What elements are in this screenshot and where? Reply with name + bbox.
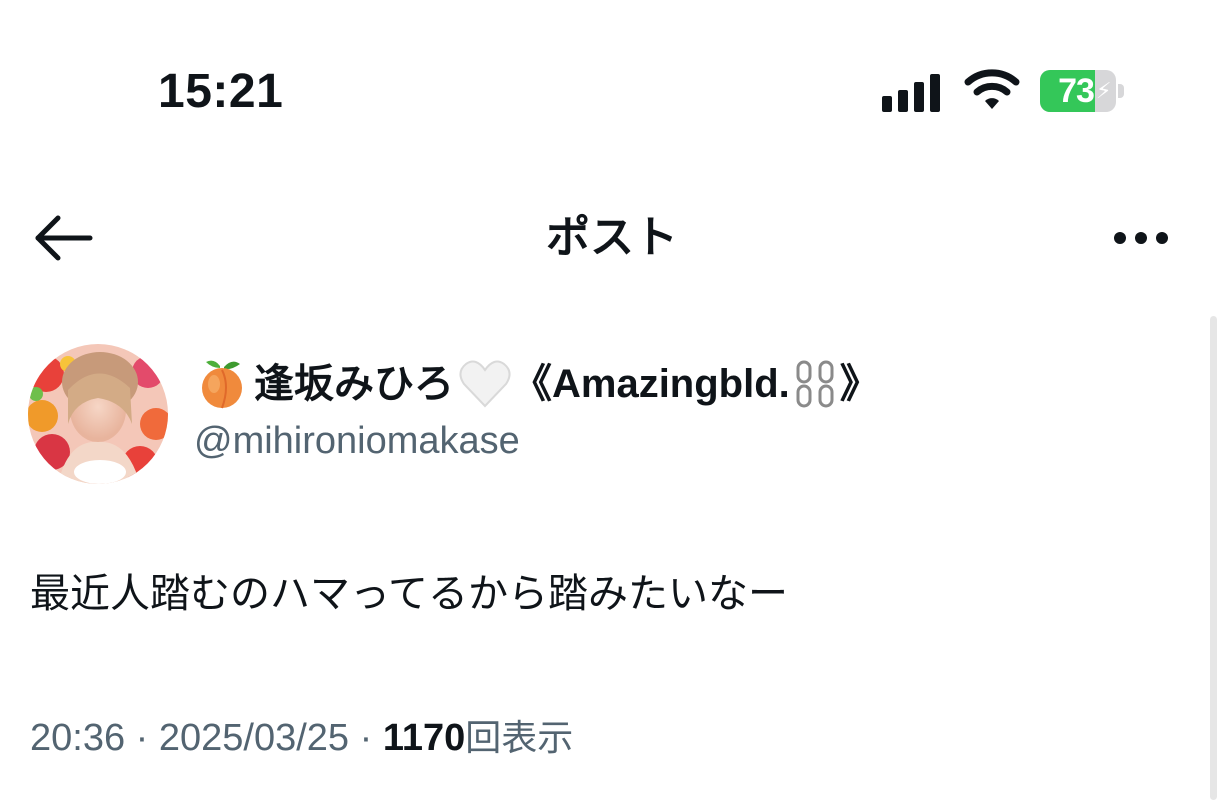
post-text: 最近人踏むのハマってるから踏みたいなー — [30, 572, 788, 616]
post-detail-screen: 15:21 73 ⚡ ポスト 逢坂みひろ 《Amazingbld. 》 @mih… — [0, 0, 1229, 800]
author-handle[interactable]: @mihironiomakase — [194, 414, 520, 468]
author-name[interactable]: 逢坂みひろ 《Amazingbld. 》 — [196, 352, 880, 416]
post-time: 20:36 — [30, 717, 126, 759]
white-heart-emoji — [459, 360, 511, 408]
author-name-close: 》 — [839, 362, 880, 406]
battery-cap — [1118, 84, 1124, 98]
peach-emoji — [202, 360, 242, 409]
arrow-left-icon — [35, 215, 93, 261]
battery-body: 73 ⚡ — [1040, 70, 1116, 112]
chain-emoji — [796, 360, 834, 408]
post-meta: 20:36 · 2025/03/25 · 1170回表示 — [30, 712, 573, 764]
meta-separator: · — [359, 717, 373, 759]
author-name-en: 《Amazingbld. — [512, 362, 790, 406]
battery-charging-icon: 73 ⚡ — [1040, 70, 1126, 112]
scrollbar[interactable] — [1210, 316, 1217, 800]
post-date: 2025/03/25 — [158, 717, 350, 759]
back-button[interactable] — [30, 210, 96, 266]
bolt-icon: ⚡ — [1096, 78, 1112, 103]
page-title: ポスト — [546, 213, 678, 262]
author-name-jp: 逢坂みひろ — [254, 362, 454, 406]
more-options-button[interactable] — [1106, 216, 1176, 260]
avatar[interactable] — [28, 344, 168, 484]
meta-separator: · — [135, 717, 149, 759]
views-label: 回表示 — [465, 717, 574, 758]
views-count[interactable]: 1170 — [383, 717, 465, 759]
status-time: 15:21 — [158, 65, 284, 118]
avatar-image — [28, 344, 168, 484]
cellular-signal-icon — [882, 72, 942, 112]
more-horizontal-icon — [1114, 232, 1126, 244]
wifi-icon — [964, 69, 1020, 109]
